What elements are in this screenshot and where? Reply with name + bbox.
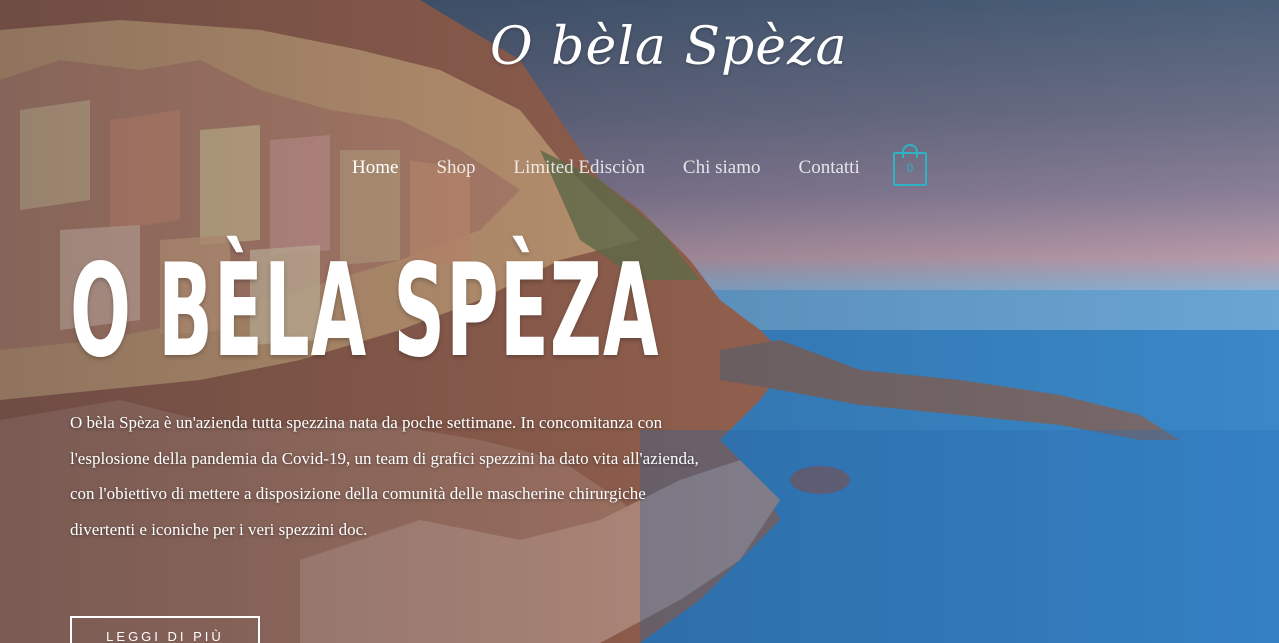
read-more-button[interactable]: LEGGI DI PIÙ xyxy=(70,616,260,643)
nav-item-home[interactable]: Home xyxy=(352,150,398,186)
cart-count-badge: 0 xyxy=(906,160,914,175)
main-nav: Home Shop Limited Edisciòn Chi siamo Con… xyxy=(352,150,898,186)
nav-item-shop[interactable]: Shop xyxy=(436,150,475,186)
hero-intro-text: O bèla Spèza è un'azienda tutta spezzina… xyxy=(70,413,699,539)
nav-item-limited-edition[interactable]: Limited Edisciòn xyxy=(514,150,645,186)
nav-item-chi-siamo[interactable]: Chi siamo xyxy=(683,150,761,186)
nav-item-contatti[interactable]: Contatti xyxy=(799,150,860,186)
hero-headline: O BÈLA SPÈZA xyxy=(70,237,660,386)
cart-button[interactable]: 0 xyxy=(893,144,927,186)
site-logo[interactable]: O bèla Spèza xyxy=(490,12,846,92)
